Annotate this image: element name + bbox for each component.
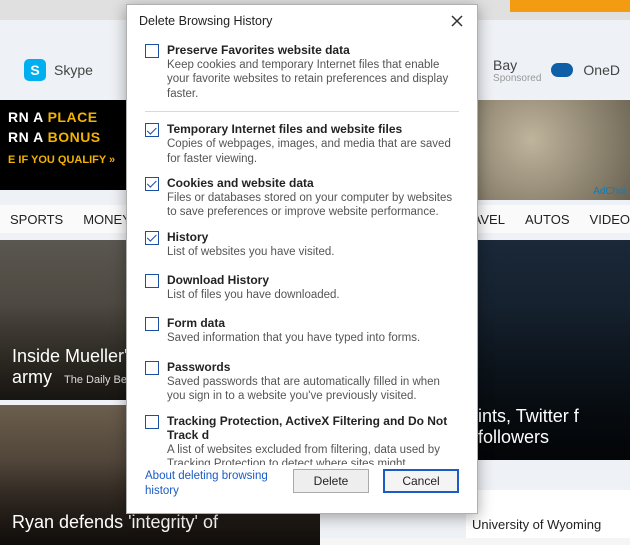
cancel-button[interactable]: Cancel — [383, 469, 459, 493]
brand-right: Bay Sponsored OneD — [493, 57, 630, 84]
option-download-history: Download History List of files you have … — [145, 273, 459, 302]
promo-cta[interactable]: E IF YOU QUALIFY » — [8, 153, 115, 168]
close-icon — [451, 15, 463, 27]
nav-sports[interactable]: SPORTS — [10, 212, 63, 227]
delete-button[interactable]: Delete — [293, 469, 369, 493]
news-tile-3[interactable]: ints, Twitter f followers — [466, 240, 630, 460]
nav-autos[interactable]: AUTOS — [525, 212, 570, 227]
opt-desc: Keep cookies and temporary Internet file… — [167, 58, 459, 101]
checkbox-preserve-favorites[interactable] — [145, 44, 159, 58]
nav-video[interactable]: VIDEO — [590, 212, 630, 227]
checkbox-passwords[interactable] — [145, 361, 159, 375]
dialog-footer: About deleting browsing history Delete C… — [127, 465, 477, 513]
delete-history-dialog: Delete Browsing History Preserve Favorit… — [126, 4, 478, 514]
sponsored-label: Sponsored — [493, 73, 541, 84]
opt-title: Preserve Favorites website data — [167, 43, 459, 57]
skype-icon: S — [24, 59, 46, 81]
divider — [145, 111, 459, 112]
checkbox-tracking-protection[interactable] — [145, 415, 159, 429]
dialog-title: Delete Browsing History — [139, 14, 272, 28]
skype-label: Skype — [54, 62, 93, 78]
dialog-body: Preserve Favorites website data Keep coo… — [127, 31, 477, 465]
tile3-title: ints, Twitter f followers — [478, 406, 618, 448]
brand-bay[interactable]: Bay Sponsored — [493, 57, 541, 84]
option-cookies: Cookies and website data Files or databa… — [145, 176, 459, 220]
close-button[interactable] — [447, 11, 467, 31]
option-history: History List of websites you have visite… — [145, 230, 459, 259]
dialog-titlebar: Delete Browsing History — [127, 5, 477, 31]
option-tracking-protection: Tracking Protection, ActiveX Filtering a… — [145, 414, 459, 466]
tile2-title: Ryan defends 'integrity' of — [12, 512, 308, 533]
checkbox-cookies[interactable] — [145, 177, 159, 191]
option-form-data: Form data Saved information that you hav… — [145, 316, 459, 345]
checkbox-history[interactable] — [145, 231, 159, 245]
help-link[interactable]: About deleting browsing history — [145, 469, 279, 499]
promo-image — [466, 100, 630, 200]
onedrive-label[interactable]: OneD — [583, 62, 620, 78]
onedrive-icon — [551, 63, 573, 77]
tile1-sub1: army — [12, 367, 52, 388]
nav-money[interactable]: MONEY — [83, 212, 131, 227]
tile4-title: University of Wyoming — [472, 517, 624, 532]
brand-skype[interactable]: S Skype — [24, 59, 93, 81]
ad-orange-block — [510, 0, 630, 12]
checkbox-download-history[interactable] — [145, 274, 159, 288]
news-tile-4[interactable]: University of Wyoming — [466, 490, 630, 538]
checkbox-temp-files[interactable] — [145, 123, 159, 137]
option-temp-files: Temporary Internet files and website fil… — [145, 122, 459, 166]
adchoices-label[interactable]: AdChoi — [593, 186, 626, 197]
checkbox-form-data[interactable] — [145, 317, 159, 331]
option-passwords: Passwords Saved passwords that are autom… — [145, 360, 459, 404]
option-preserve-favorites: Preserve Favorites website data Keep coo… — [145, 43, 459, 101]
